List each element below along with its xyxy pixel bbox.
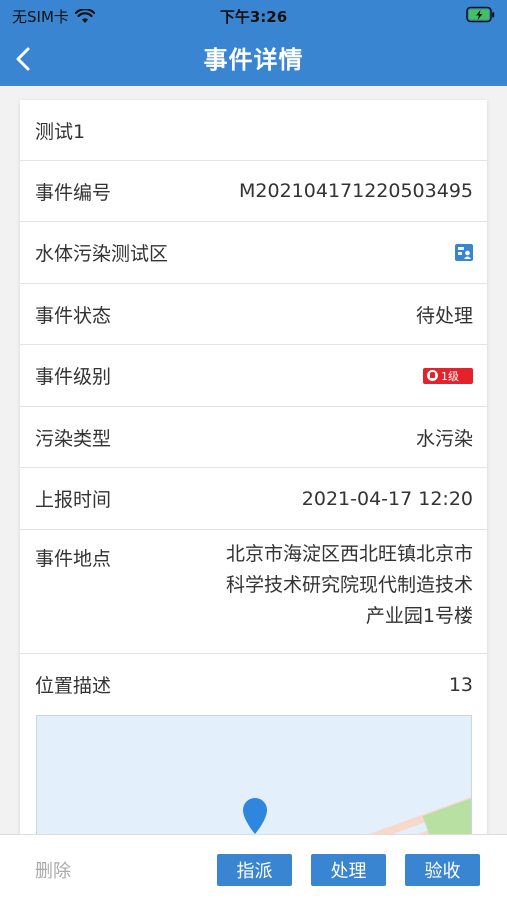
level-badge: 1级 bbox=[423, 367, 473, 384]
status-row: 事件状态 待处理 bbox=[20, 284, 487, 345]
pollution-type-label: 污染类型 bbox=[35, 427, 112, 450]
event-number-label: 事件编号 bbox=[35, 181, 112, 204]
process-button[interactable]: 处理 bbox=[311, 854, 386, 886]
level-label: 事件级别 bbox=[35, 366, 112, 388]
app-header: 无SIM卡 下午3:26 事件详情 bbox=[0, 0, 507, 86]
location-map[interactable] bbox=[36, 715, 472, 835]
position-desc-label: 位置描述 bbox=[35, 675, 112, 697]
report-time-value: 2021-04-17 12:20 bbox=[301, 487, 473, 510]
clock: 下午3:26 bbox=[219, 8, 288, 26]
position-desc-value: 13 bbox=[448, 673, 473, 696]
event-name-row: 测试1 bbox=[20, 100, 487, 161]
page-title: 事件详情 bbox=[203, 46, 304, 74]
status-value: 待处理 bbox=[415, 304, 473, 327]
event-number-row: 事件编号 M202104171220503495 bbox=[20, 161, 487, 222]
location-row: 事件地点 北京市海淀区西北旺镇北京市科学技术研究院现代制造技术产业园1号楼 bbox=[20, 530, 487, 654]
event-name: 测试1 bbox=[35, 120, 86, 143]
event-detail-card: 测试1 事件编号 M202104171220503495 水体污染测试区 事件状… bbox=[20, 100, 487, 835]
position-desc-row: 位置描述 13 bbox=[20, 654, 487, 715]
dispatch-button[interactable]: 指派 bbox=[217, 854, 292, 886]
alarm-icon bbox=[427, 370, 438, 381]
accept-button[interactable]: 验收 bbox=[405, 854, 480, 886]
event-number-value: M202104171220503495 bbox=[239, 180, 473, 202]
action-bar: 删除 指派 处理 验收 bbox=[0, 834, 507, 900]
level-value: 1级 bbox=[441, 369, 459, 383]
battery-charging-icon bbox=[466, 6, 495, 23]
zone-row[interactable]: 水体污染测试区 bbox=[20, 222, 487, 284]
map-park bbox=[422, 795, 471, 835]
pollution-type-row: 污染类型 水污染 bbox=[20, 407, 487, 468]
level-row: 事件级别 1级 bbox=[20, 345, 487, 407]
location-value: 北京市海淀区西北旺镇北京市科学技术研究院现代制造技术产业园1号楼 bbox=[225, 543, 473, 627]
zone-map-icon[interactable] bbox=[455, 244, 473, 261]
delete-button[interactable]: 删除 bbox=[35, 857, 71, 883]
report-time-label: 上报时间 bbox=[35, 489, 112, 511]
pollution-type-value: 水污染 bbox=[415, 427, 473, 450]
report-time-row: 上报时间 2021-04-17 12:20 bbox=[20, 468, 487, 530]
status-label: 事件状态 bbox=[35, 304, 112, 327]
map-pin-icon bbox=[243, 798, 267, 834]
location-label: 事件地点 bbox=[35, 548, 112, 570]
zone-name: 水体污染测试区 bbox=[35, 243, 169, 265]
status-bar: 无SIM卡 下午3:26 bbox=[0, 0, 507, 30]
